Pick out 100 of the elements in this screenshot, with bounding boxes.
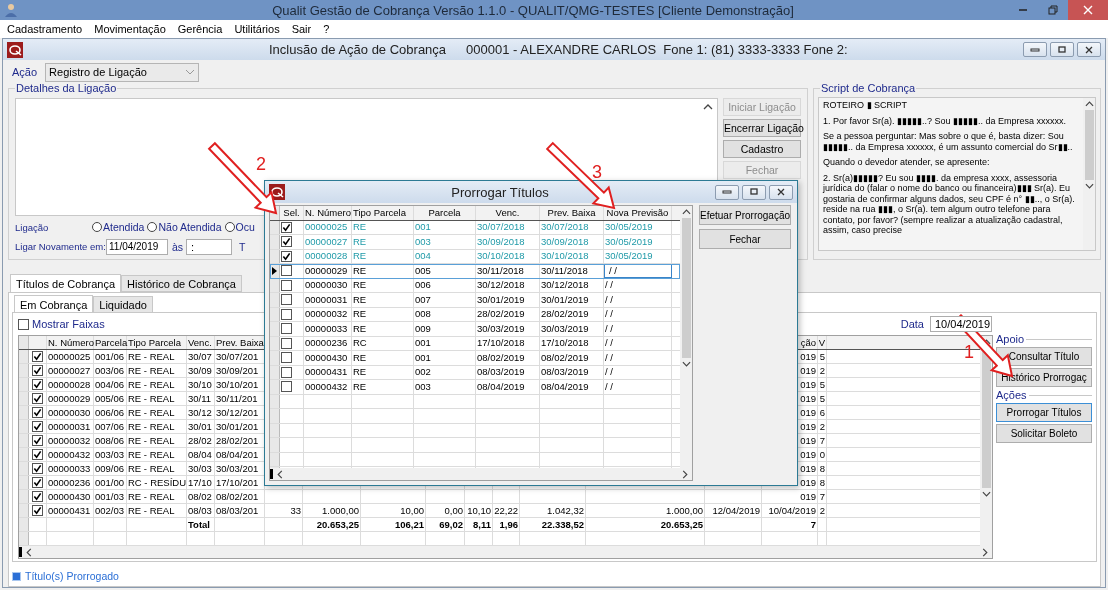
scroll-thumb[interactable] [1084,110,1094,180]
row-checkbox[interactable] [32,435,43,446]
row-checkbox[interactable] [281,381,292,393]
dialog-button[interactable]: Efetuar Prorrogação [699,205,791,225]
row-checkbox[interactable] [281,323,292,335]
scrollbar[interactable] [1083,98,1095,250]
scroll-up-icon[interactable] [703,104,713,110]
scrollbar[interactable] [980,336,992,546]
row-checkbox[interactable] [32,407,43,418]
row-checkbox[interactable] [32,393,43,404]
checkbox[interactable] [18,318,29,330]
scroll-thumb[interactable] [270,469,273,479]
new-date-cell[interactable]: / / [605,279,613,292]
radio-option[interactable]: Não Atendida [147,221,222,234]
row-checkbox[interactable] [32,351,43,362]
column-header[interactable]: Venc. [188,336,212,349]
date-field[interactable]: 11/04/2019 [106,238,168,255]
row-checkbox[interactable] [281,337,292,349]
row-checkbox[interactable] [32,365,43,376]
column-header[interactable]: Prev. Baixa [547,206,596,219]
radio-option[interactable]: Atendida [92,221,145,234]
menu-item[interactable]: Sair [290,23,313,35]
column-header[interactable]: Parcela [95,336,128,349]
support-button[interactable]: Consultar Título [996,347,1092,366]
radio-option[interactable]: Ocu [224,221,255,234]
scroll-down-icon[interactable] [681,361,691,367]
row-checkbox[interactable] [32,491,43,502]
new-date-cell[interactable]: 30/05/2019 [605,221,653,234]
row-checkbox[interactable] [281,352,292,364]
scroll-left-icon[interactable] [26,547,32,557]
maximize-button[interactable] [1050,42,1074,57]
tab[interactable]: Histórico de Cobrança [121,275,242,292]
show-ranges-checkbox[interactable]: Mostrar Faixas [18,318,105,330]
tab[interactable]: Títulos de Cobrança [10,274,122,292]
minimize-button[interactable] [1023,42,1047,57]
row-checkbox[interactable] [281,294,292,306]
horizontal-scrollbar[interactable] [270,468,692,480]
column-header[interactable]: N. Número [305,206,351,219]
date-field[interactable]: 10/04/2019 [930,316,992,332]
action-button[interactable]: Solicitar Boleto [996,424,1092,443]
scrollbar[interactable] [680,206,692,468]
row-header[interactable] [270,264,280,278]
row-checkbox[interactable] [32,477,43,488]
scroll-right-icon[interactable] [982,547,988,557]
new-date-cell[interactable]: 30/05/2019 [605,250,653,263]
column-header[interactable]: Prev. Baixa [216,336,264,349]
menu-item[interactable]: Cadastramento [6,23,84,35]
minimize-button[interactable] [715,184,739,200]
scroll-up-icon[interactable] [1084,101,1094,107]
column-header[interactable]: Tipo Parcela [353,206,406,219]
scroll-down-icon[interactable] [1084,183,1094,189]
row-checkbox[interactable] [32,505,43,516]
scroll-left-icon[interactable] [277,469,283,479]
scroll-thumb[interactable] [681,218,691,358]
row-checkbox[interactable] [281,366,292,378]
column-header[interactable]: Tipo Parcela [128,336,181,349]
new-date-cell[interactable]: / / [605,351,613,364]
new-date-cell[interactable]: / / [605,337,613,350]
scroll-thumb[interactable] [19,547,22,557]
scroll-up-icon[interactable] [681,209,691,215]
column-header[interactable]: ção [800,336,816,349]
call-action-button[interactable]: Cadastro [723,140,801,158]
row-header[interactable] [270,220,280,234]
new-date-cell[interactable]: / / [605,380,613,393]
column-header[interactable]: Sel. [283,206,300,219]
row-checkbox[interactable] [281,265,292,277]
menu-item[interactable]: Gerência [176,23,224,35]
new-date-cell[interactable]: / / [605,322,613,335]
row-checkbox[interactable] [281,279,292,291]
column-header[interactable]: Nova Previsão [606,206,669,219]
row-checkbox[interactable] [281,250,292,262]
row-checkbox[interactable] [32,463,43,474]
menu-item[interactable]: ? [322,23,331,35]
column-header[interactable]: V [818,336,825,349]
new-date-cell[interactable]: / / [605,308,613,321]
menu-item[interactable]: Movimentação [93,23,167,35]
new-date-cell[interactable]: 30/05/2019 [605,235,653,248]
scroll-down-icon[interactable] [981,491,991,497]
new-date-cell[interactable]: / / [605,366,613,379]
action-button[interactable]: Prorrogar Títulos [996,403,1092,422]
action-dropdown[interactable]: Registro de Ligação [45,62,200,82]
dialog-button[interactable]: Fechar [699,229,791,249]
horizontal-scrollbar[interactable] [19,546,992,558]
row-checkbox[interactable] [32,449,43,460]
scroll-right-icon[interactable] [682,469,688,479]
tab[interactable]: Em Cobrança [14,295,94,313]
column-header[interactable]: N. Número [48,336,94,349]
new-date-cell[interactable]: / / [605,293,613,306]
column-header[interactable]: Parcela [428,206,461,219]
close-button[interactable] [769,184,793,200]
new-date-cell[interactable]: / / [609,264,617,277]
row-checkbox[interactable] [281,221,292,233]
row-checkbox[interactable] [281,308,292,320]
menu-item[interactable]: Utilitários [233,23,281,35]
column-header[interactable]: Venc. [495,206,520,219]
maximize-button[interactable] [742,184,766,200]
row-checkbox[interactable] [281,236,292,248]
time-field[interactable]: : [186,238,233,255]
row-checkbox[interactable] [32,421,43,432]
close-button[interactable] [1077,42,1101,57]
